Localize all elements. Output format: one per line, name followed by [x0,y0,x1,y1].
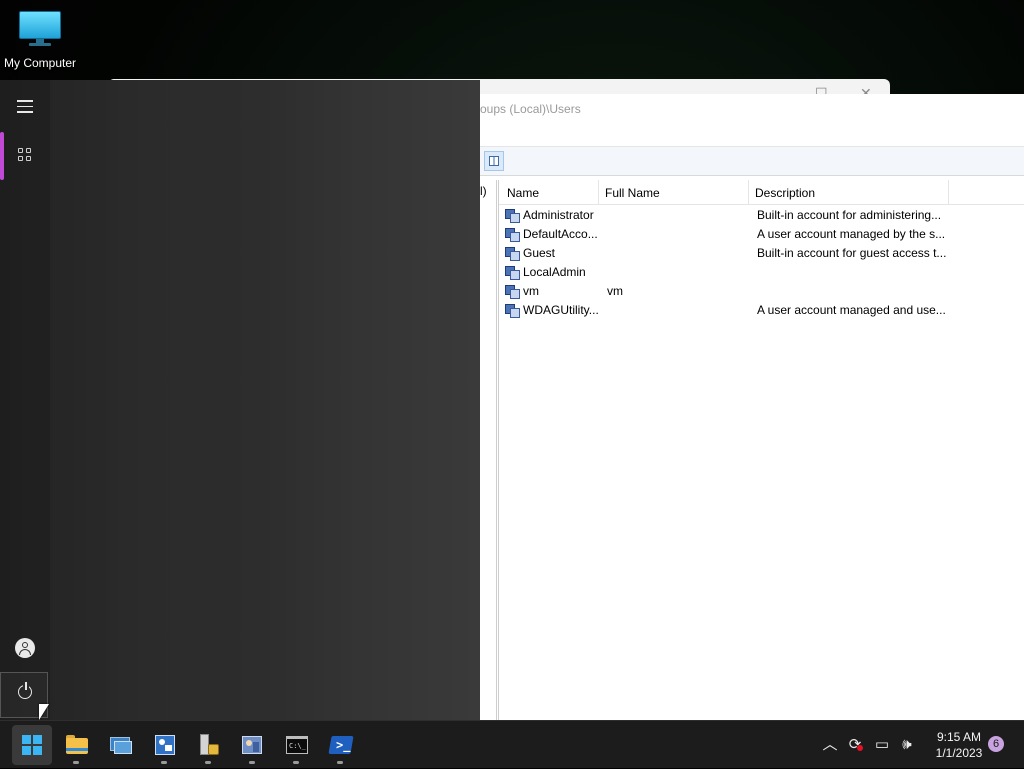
user-name: Guest [523,246,556,260]
column-header-row: Name Full Name Description [499,180,1024,205]
chevron-up-icon[interactable]: ︿ [820,735,840,755]
hamburger-menu-icon[interactable] [17,100,33,114]
user-icon[interactable] [15,638,35,658]
column-header-name[interactable]: Name [501,180,599,204]
mouse-cursor [39,704,49,720]
column-header-full-name[interactable]: Full Name [599,180,749,204]
desktop-icon-label: My Computer [3,56,77,70]
monitor-icon [19,8,61,46]
user-name: DefaultAcco... [523,227,598,241]
my-computer-desktop-icon[interactable]: My Computer [2,8,78,70]
list-item[interactable]: LocalAdmin [499,263,1024,282]
local-users-window: oups (Local)\Users l) Name Full Name Des… [480,94,1024,720]
user-name: LocalAdmin [523,265,586,279]
user-description: Built-in account for guest access t... [757,246,947,260]
user-description: Built-in account for administering... [757,208,942,222]
show-hide-console-tree-button[interactable] [484,151,504,171]
clock-date: 1/1/2023 [935,746,983,760]
system-tray: ︿ ⟳ ▭ 🕪 [0,721,1024,769]
window-titlebar[interactable]: oups (Local)\Users [480,94,1024,144]
user-description: A user account managed and use... [757,303,946,317]
list-item[interactable]: Administrator Built-in account for admin… [499,206,1024,225]
all-apps-icon[interactable] [18,148,33,163]
notification-badge[interactable]: 6 [988,736,1004,752]
user-account-icon [505,303,520,318]
taskbar: C:\_ >_ ︿ ⟳ ▭ 🕪 9:15 AM 1/1/2023 [0,720,1024,768]
power-icon [18,682,32,699]
volume-icon[interactable]: 🕪 [897,735,917,755]
user-full-name: vm [607,284,623,298]
column-header-description[interactable]: Description [749,180,949,204]
sync-alert-dot [857,745,863,751]
start-menu [0,80,480,720]
user-account-icon [505,227,520,242]
user-account-icon [505,208,520,223]
user-account-icon [505,265,520,280]
user-account-icon [505,246,520,261]
user-name: Administrator [523,208,594,222]
list-item[interactable]: WDAGUtility... A user account managed an… [499,301,1024,320]
clock[interactable]: 9:15 AM 1/1/2023 [928,729,990,761]
user-name: WDAGUtility... [523,303,599,317]
toolbar [480,146,1024,176]
selected-indicator [0,132,4,180]
user-account-icon [505,284,520,299]
console-path: oups (Local)\Users [480,102,581,116]
network-icon[interactable]: ▭ [872,735,892,755]
start-menu-rail [0,80,50,720]
list-item[interactable]: DefaultAcco... A user account managed by… [499,225,1024,244]
clock-time: 9:15 AM [936,730,982,744]
list-item[interactable]: vm vm [499,282,1024,301]
user-name: vm [523,284,539,298]
list-item[interactable]: Guest Built-in account for guest access … [499,244,1024,263]
users-list-pane[interactable]: Name Full Name Description Administrator… [498,180,1024,720]
console-tree-pane[interactable]: l) [480,180,497,720]
user-description: A user account managed by the s... [757,227,946,241]
tree-item-fragment[interactable]: l) [480,184,487,198]
